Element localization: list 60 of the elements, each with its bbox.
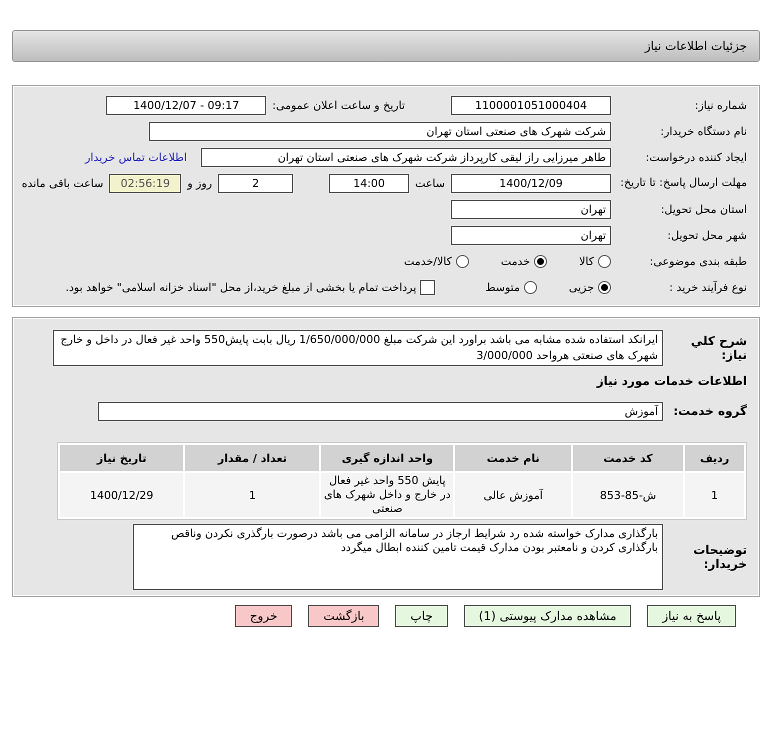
field-label: شماره نیاز: [694,98,747,112]
remaining-label: ساعت باقی مانده [22,176,104,190]
section-heading: اطلاعات خدمات مورد نیاز [595,374,747,388]
radio-label: خدمت [500,254,530,268]
checkbox-label: پرداخت تمام یا بخشی از مبلغ خرید،از محل "اسناد خزانه اسلامی" خواهد بود. [66,280,416,294]
column-header: تاریخ نیاز [60,445,184,471]
field-label: گروه خدمت: [672,404,747,418]
field-label: نوع فرآیند خرید : [668,280,747,294]
deadline-date-field: 1400/12/09 [451,174,611,192]
page-title: جزئیات اطلاعات نیاز [644,39,747,53]
table-cell: 1 [185,473,320,517]
field-label: ایجاد کننده درخواست: [644,150,747,164]
field-label: استان محل تحویل: [660,202,747,216]
city-field: تهران [451,226,611,244]
radio-button[interactable] [598,254,611,268]
action-button[interactable]: مشاهده مدارک پیوستی (1) [464,605,632,627]
announce-date-field: 1400/12/07 - 09:17 [106,96,266,114]
column-header: ردیف [685,445,744,471]
column-header: نام خدمت [455,445,571,471]
contact-link[interactable]: اطلاعات تماس خریدار [85,150,187,164]
field-label: نام دستگاه خریدار: [659,124,747,138]
table-cell: 1400/12/29 [60,473,184,517]
field-label: شهر محل تحویل: [666,228,747,242]
buyer-notes-box: بارگذاری مدارک خواسته شده رد شرایط ارجاز در سامانه الزامی می باشد درصورت بارگذری نکردن وناقص بارگذاری کردن و نامعتبر بودن مدارک قیمت تامین کننده ابطال میگردد [133,524,663,590]
radio-label: کالا/خدمت [404,254,452,268]
days-label: روز و [187,176,212,190]
radio-button[interactable] [456,254,469,268]
field-label: تاریخ و ساعت اعلان عمومی: [272,98,405,112]
radio-label: کالا [579,254,594,268]
radio-label: جزیی [568,280,594,294]
service-group-field: آموزش [98,402,663,420]
action-button[interactable]: پاسخ به نیاز [647,605,736,627]
field-label: توضیحات خریدار: [692,543,747,571]
column-header: واحد اندازه گیری [321,445,454,471]
radio-button[interactable] [534,254,548,268]
field-label: طبقه بندی موضوعی: [648,254,747,268]
need-number-field: 1100001051000404 [451,96,611,114]
field-label: مهلت ارسال پاسخ: تا تاریخ: [619,176,747,190]
table-cell: 1 [685,473,744,517]
radio-button[interactable] [598,280,611,294]
creator-field: طاهر میرزایی راز لیقی کارپرداز شرکت شهرک های صنعتی استان تهران [201,148,611,166]
time-label: ساعت [415,176,445,190]
province-field: تهران [451,200,611,218]
action-button[interactable]: خروج [234,605,292,627]
buyer-field: شرکت شهرک های صنعتی استان تهران [149,122,611,140]
table-cell: پایش 550 واحد غیر فعال در خارج و داخل شهرک های صنعتی [321,473,454,517]
table-cell: آموزش عالی [455,473,571,517]
action-button[interactable]: بازگشت [308,605,380,627]
days-field: 2 [218,174,294,192]
column-header: تعداد / مقدار [185,445,320,471]
checkbox[interactable] [420,280,436,294]
action-button[interactable]: چاپ [395,605,448,627]
column-header: کد خدمت [572,445,684,471]
table-cell: ش-85-853 [572,473,684,517]
field-label: شرح کلي نیاز: [690,334,747,362]
deadline-time-field: 14:00 [329,174,410,192]
radio-button[interactable] [524,280,537,294]
remaining-time-field: 02:56:19 [109,174,182,192]
radio-label: متوسط [485,280,520,294]
description-box: ایرانکد استفاده شده مشابه می باشد براورد این شرکت مبلغ 1/650/000/000 ریال بابت پایش550 واحد غیر فعال در داخل و خارج شهرک های صنعتی هرواحد 3/000/000 [53,330,663,366]
